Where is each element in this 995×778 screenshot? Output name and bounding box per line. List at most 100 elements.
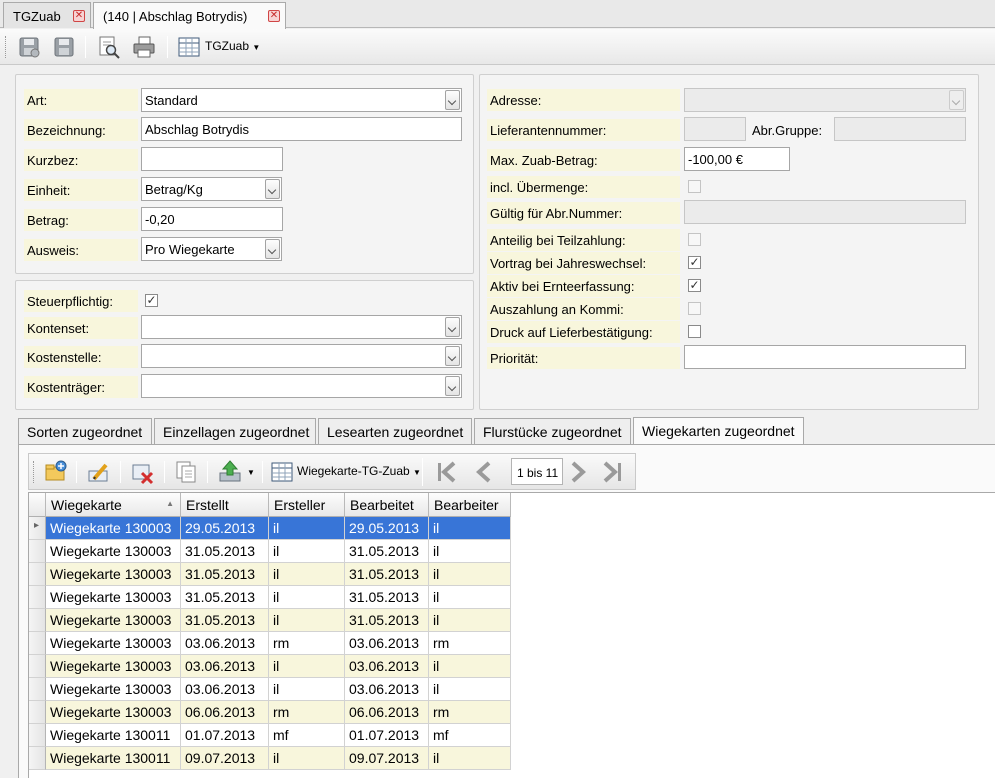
table-cell-bearbeitet[interactable]: 09.07.2013: [345, 747, 429, 770]
doc-tab-tgzuab[interactable]: TGZuab ✕: [3, 2, 91, 28]
table-cell-bearbeiter[interactable]: il: [429, 678, 511, 701]
table-cell-bearbeiter[interactable]: il: [429, 655, 511, 678]
druck-checkbox[interactable]: [688, 325, 701, 338]
column-header-bearbeitet[interactable]: Bearbeitet: [345, 493, 429, 517]
table-cell-erstellt[interactable]: 03.06.2013: [181, 632, 269, 655]
row-header[interactable]: [29, 586, 46, 609]
lieferantennummer-field[interactable]: [684, 117, 746, 141]
incl-uebermenge-checkbox[interactable]: [688, 180, 701, 193]
table-cell-erstellt[interactable]: 03.06.2013: [181, 655, 269, 678]
chevron-down-icon[interactable]: [265, 179, 280, 199]
table-cell-bearbeitet[interactable]: 06.06.2013: [345, 701, 429, 724]
row-header[interactable]: [29, 655, 46, 678]
table-cell-bearbeitet[interactable]: 01.07.2013: [345, 724, 429, 747]
table-cell-ersteller[interactable]: rm: [269, 701, 345, 724]
ausweis-select[interactable]: Pro Wiegekarte: [141, 237, 282, 261]
max-betrag-field[interactable]: -100,00 €: [684, 147, 790, 171]
table-cell-bearbeitet[interactable]: 03.06.2013: [345, 678, 429, 701]
column-header-bearbeiter[interactable]: Bearbeiter: [429, 493, 511, 517]
column-header-wiegekarte[interactable]: Wiegekarte ▲: [46, 493, 181, 517]
row-header[interactable]: [29, 609, 46, 632]
tab-sorten[interactable]: Sorten zugeordnet: [18, 418, 152, 444]
table-cell-wiegekarte[interactable]: Wiegekarte 130003: [46, 655, 181, 678]
close-icon[interactable]: ✕: [73, 10, 85, 22]
first-record-button[interactable]: [434, 458, 460, 484]
row-header[interactable]: [29, 747, 46, 770]
art-select[interactable]: Standard: [141, 88, 462, 112]
print-preview-button[interactable]: [96, 34, 122, 60]
table-cell-bearbeiter[interactable]: rm: [429, 632, 511, 655]
table-cell-ersteller[interactable]: il: [269, 678, 345, 701]
table-row[interactable]: Wiegekarte 130003 03.06.2013 il 03.06.2013 i…: [29, 678, 511, 701]
table-cell-erstellt[interactable]: 29.05.2013: [181, 517, 269, 540]
table-cell-wiegekarte[interactable]: Wiegekarte 130003: [46, 540, 181, 563]
table-cell-bearbeiter[interactable]: il: [429, 586, 511, 609]
grid-layout-button[interactable]: [269, 459, 295, 485]
table-cell-ersteller[interactable]: mf: [269, 724, 345, 747]
table-cell-bearbeiter[interactable]: il: [429, 563, 511, 586]
table-cell-bearbeiter[interactable]: mf: [429, 724, 511, 747]
aktiv-checkbox[interactable]: ✓: [688, 279, 701, 292]
doc-tab-abschlag[interactable]: (140 | Abschlag Botrydis) ✕: [93, 2, 286, 29]
gueltig-field[interactable]: [684, 200, 966, 224]
last-record-button[interactable]: [599, 458, 625, 484]
prioritaet-field[interactable]: [684, 345, 966, 369]
kostentraeger-select[interactable]: [141, 374, 462, 398]
row-header[interactable]: [29, 678, 46, 701]
table-row[interactable]: ▸ Wiegekarte 130003 29.05.2013 il 29.05.2013…: [29, 517, 511, 540]
adresse-select[interactable]: [684, 88, 966, 112]
table-cell-bearbeitet[interactable]: 29.05.2013: [345, 517, 429, 540]
einheit-select[interactable]: Betrag/Kg: [141, 177, 282, 201]
table-cell-wiegekarte[interactable]: Wiegekarte 130011: [46, 724, 181, 747]
save-close-button[interactable]: [16, 34, 42, 60]
layout-dropdown[interactable]: TGZuab ▼: [205, 39, 260, 53]
table-cell-erstellt[interactable]: 09.07.2013: [181, 747, 269, 770]
anteilig-checkbox[interactable]: [688, 233, 701, 246]
table-row[interactable]: Wiegekarte 130011 09.07.2013 il 09.07.2013 i…: [29, 747, 511, 770]
table-cell-ersteller[interactable]: il: [269, 747, 345, 770]
table-cell-erstellt[interactable]: 01.07.2013: [181, 724, 269, 747]
table-cell-ersteller[interactable]: il: [269, 517, 345, 540]
table-row[interactable]: Wiegekarte 130003 03.06.2013 rm 03.06.2013 r…: [29, 632, 511, 655]
table-cell-bearbeitet[interactable]: 31.05.2013: [345, 563, 429, 586]
auszahlung-checkbox[interactable]: [688, 302, 701, 315]
toolbar-grip[interactable]: [33, 461, 36, 483]
grid-layout-dropdown[interactable]: Wiegekarte-TG-Zuab ▼: [297, 464, 421, 478]
table-row[interactable]: Wiegekarte 130003 06.06.2013 rm 06.06.2013 r…: [29, 701, 511, 724]
kontenset-select[interactable]: [141, 315, 462, 339]
bezeichnung-field[interactable]: Abschlag Botrydis: [141, 117, 462, 141]
table-row[interactable]: Wiegekarte 130011 01.07.2013 mf 01.07.2013 m…: [29, 724, 511, 747]
table-cell-wiegekarte[interactable]: Wiegekarte 130003: [46, 632, 181, 655]
table-cell-wiegekarte[interactable]: Wiegekarte 130003: [46, 678, 181, 701]
abr-gruppe-field[interactable]: [834, 117, 966, 141]
table-cell-bearbeitet[interactable]: 03.06.2013: [345, 655, 429, 678]
table-cell-wiegekarte[interactable]: Wiegekarte 130003: [46, 586, 181, 609]
table-cell-bearbeitet[interactable]: 31.05.2013: [345, 609, 429, 632]
table-cell-bearbeitet[interactable]: 31.05.2013: [345, 540, 429, 563]
table-row[interactable]: Wiegekarte 130003 31.05.2013 il 31.05.2013 i…: [29, 540, 511, 563]
row-header[interactable]: ▸: [29, 517, 46, 540]
column-header-ersteller[interactable]: Ersteller: [269, 493, 345, 517]
toolbar-grip[interactable]: [5, 36, 8, 58]
table-cell-wiegekarte[interactable]: Wiegekarte 130011: [46, 747, 181, 770]
betrag-field[interactable]: -0,20: [141, 207, 283, 231]
table-cell-ersteller[interactable]: il: [269, 586, 345, 609]
chevron-down-icon[interactable]: [445, 376, 460, 396]
table-cell-wiegekarte[interactable]: Wiegekarte 130003: [46, 563, 181, 586]
table-cell-erstellt[interactable]: 31.05.2013: [181, 609, 269, 632]
table-cell-ersteller[interactable]: il: [269, 655, 345, 678]
table-cell-erstellt[interactable]: 06.06.2013: [181, 701, 269, 724]
tab-einzellagen[interactable]: Einzellagen zugeordnet: [154, 418, 316, 444]
chevron-down-icon[interactable]: [445, 346, 460, 366]
table-cell-erstellt[interactable]: 31.05.2013: [181, 540, 269, 563]
export-dropdown[interactable]: ▼: [247, 464, 255, 478]
edit-button[interactable]: [86, 459, 112, 485]
chevron-down-icon[interactable]: [445, 317, 460, 337]
layout-button[interactable]: [176, 34, 202, 60]
table-cell-ersteller[interactable]: il: [269, 540, 345, 563]
table-cell-ersteller[interactable]: il: [269, 563, 345, 586]
row-header[interactable]: [29, 701, 46, 724]
add-assignment-button[interactable]: [43, 459, 69, 485]
column-header-erstellt[interactable]: Erstellt: [181, 493, 269, 517]
delete-button[interactable]: [130, 459, 156, 485]
